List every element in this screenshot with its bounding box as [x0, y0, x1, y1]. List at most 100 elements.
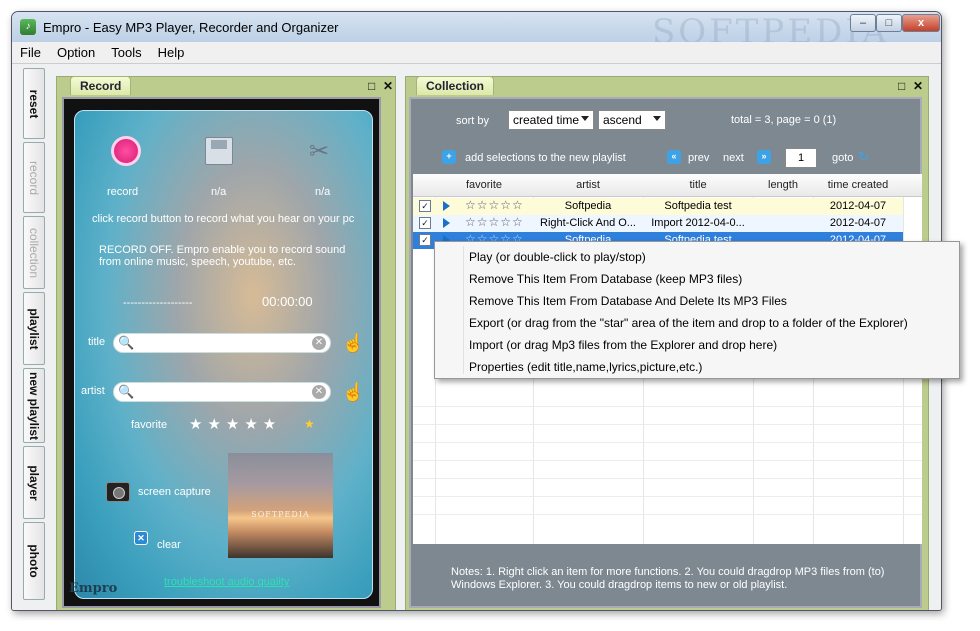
album-photo[interactable]: SOFTPEDIA: [228, 453, 333, 558]
record-panel: Record □ ✕ record n/a ✂ n/a click record…: [56, 76, 396, 610]
side-tab-reset[interactable]: reset: [23, 68, 45, 139]
collection-panel-close-icon[interactable]: ✕: [913, 79, 923, 93]
sort-order-select[interactable]: ascend: [598, 110, 666, 130]
clear-label[interactable]: clear: [157, 539, 181, 551]
context-item-export[interactable]: Export (or drag from the "star" area of …: [469, 316, 908, 330]
goto-link[interactable]: goto: [832, 152, 853, 164]
side-tab-label[interactable]: playlist: [27, 308, 41, 349]
context-item-properties[interactable]: Properties (edit title,name,lyrics,pictu…: [469, 360, 702, 374]
col-length[interactable]: length: [753, 179, 813, 191]
clear-artist-icon[interactable]: ✕: [312, 385, 326, 399]
next-link[interactable]: next: [723, 152, 744, 164]
record-status-line1: RECORD OFF. Empro enable you to record s…: [99, 244, 346, 256]
cell-time-created: 2012-04-07: [829, 200, 887, 212]
pointer-hand-icon[interactable]: ☝: [342, 333, 364, 354]
context-menu-separator: [463, 246, 464, 374]
star-edit-icon[interactable]: ★: [304, 417, 315, 431]
page-input[interactable]: 1: [785, 148, 817, 168]
row-checkbox[interactable]: ✓: [419, 234, 431, 246]
side-tab-photo[interactable]: photo: [23, 522, 45, 600]
record-panel-close-icon[interactable]: ✕: [383, 79, 393, 93]
menu-help[interactable]: Help: [150, 42, 193, 60]
collection-tab[interactable]: Collection: [416, 76, 495, 95]
search-icon: 🔍: [118, 384, 135, 399]
camera-icon[interactable]: [106, 482, 130, 502]
maximize-button[interactable]: □: [876, 14, 902, 32]
play-icon[interactable]: [443, 201, 450, 211]
record-area: record n/a ✂ n/a click record button to …: [62, 97, 381, 608]
sort-by-label: sort by: [456, 115, 490, 127]
artist-field[interactable]: 🔍 ✕: [113, 382, 331, 402]
cell-title: Import 2012-04-0...: [651, 217, 745, 229]
level-meter: -------------------: [123, 297, 193, 309]
prev-link[interactable]: prev: [688, 152, 709, 164]
table-row[interactable]: ✓ ☆☆☆☆☆ Right-Click And O... Import 2012…: [413, 215, 903, 232]
context-item-play[interactable]: Play (or double-click to play/stop): [469, 250, 646, 264]
row-checkbox[interactable]: ✓: [419, 217, 431, 229]
close-button[interactable]: x: [902, 14, 940, 32]
col-title[interactable]: title: [643, 179, 753, 191]
side-tab-record: record: [23, 142, 45, 213]
notes-line2: Windows Explorer. 3. You could dragdrop …: [451, 579, 788, 591]
menu-tools[interactable]: Tools: [103, 42, 149, 60]
chevron-down-icon: [581, 116, 589, 121]
record-icon[interactable]: [111, 136, 141, 166]
row-stars[interactable]: ☆☆☆☆☆: [465, 198, 524, 212]
cell-time-created: 2012-04-07: [829, 217, 887, 229]
row-stars[interactable]: ☆☆☆☆☆: [465, 215, 524, 229]
menu-option[interactable]: Option: [49, 42, 103, 60]
clear-icon[interactable]: ✕: [134, 531, 148, 545]
context-item-remove[interactable]: Remove This Item From Database (keep MP3…: [469, 272, 742, 286]
goto-icon[interactable]: ↻: [858, 149, 869, 165]
title-field[interactable]: 🔍 ✕: [113, 333, 331, 353]
empro-logo: Empro: [69, 581, 118, 596]
sort-field-value: created time: [513, 113, 580, 127]
search-icon: 🔍: [118, 335, 135, 350]
table-row[interactable]: ✓ ☆☆☆☆☆ Softpedia Softpedia test 2012-04…: [413, 198, 903, 215]
save-icon[interactable]: [205, 137, 233, 165]
menu-bar: File Option Tools Help: [12, 42, 941, 64]
title-bar[interactable]: ♪ Empro - Easy MP3 Player, Recorder and …: [12, 12, 941, 52]
favorite-stars[interactable]: ★★★★★: [189, 415, 281, 433]
pointer-hand-icon[interactable]: ☝: [342, 382, 364, 403]
clear-title-icon[interactable]: ✕: [312, 336, 326, 350]
minimize-button[interactable]: –: [850, 14, 876, 32]
scissors-icon[interactable]: ✂: [309, 137, 329, 166]
add-selections-link[interactable]: add selections to the new playlist: [465, 152, 626, 164]
play-icon[interactable]: [443, 218, 450, 228]
side-tab-label[interactable]: new playlist: [27, 371, 41, 439]
col-favorite[interactable]: favorite: [435, 179, 533, 191]
chevron-down-icon: [653, 116, 661, 121]
context-item-import[interactable]: Import (or drag Mp3 files from the Explo…: [469, 338, 777, 352]
side-tab-label[interactable]: player: [27, 465, 41, 500]
record-status-line2: from online music, speech, youtube, etc.: [99, 256, 296, 268]
side-tab-playlist[interactable]: playlist: [23, 292, 45, 365]
sort-field-select[interactable]: created time: [508, 110, 594, 130]
cell-artist: Softpedia: [564, 200, 612, 212]
context-menu: Play (or double-click to play/stop) Remo…: [434, 241, 960, 379]
prev-icon[interactable]: «: [667, 150, 681, 164]
side-tab-label[interactable]: photo: [27, 544, 41, 577]
cell-artist: Right-Click And O...: [540, 217, 636, 229]
next-icon[interactable]: »: [757, 150, 771, 164]
col-artist[interactable]: artist: [533, 179, 643, 191]
record-tab[interactable]: Record: [70, 76, 132, 95]
screen-capture-label[interactable]: screen capture: [138, 486, 211, 498]
grid-line: [413, 406, 922, 407]
collection-panel-maximize-icon[interactable]: □: [898, 79, 905, 93]
grid-line: [413, 442, 922, 443]
add-selections-icon[interactable]: +: [442, 150, 456, 164]
menu-file[interactable]: File: [12, 42, 49, 60]
row-checkbox[interactable]: ✓: [419, 200, 431, 212]
col-time-created[interactable]: time created: [813, 179, 903, 191]
window-title: Empro - Easy MP3 Player, Recorder and Or…: [43, 20, 339, 35]
app-icon: ♪: [20, 19, 36, 35]
record-panel-maximize-icon[interactable]: □: [368, 79, 375, 93]
artist-label: artist: [81, 385, 105, 397]
context-item-remove-delete[interactable]: Remove This Item From Database And Delet…: [469, 294, 787, 308]
scissors-label: n/a: [315, 186, 331, 198]
side-tab-new-playlist[interactable]: new playlist: [23, 368, 45, 443]
troubleshoot-link[interactable]: troubleshoot audio quality: [164, 576, 289, 588]
record-timer: 00:00:00: [262, 294, 313, 309]
side-tab-player[interactable]: player: [23, 446, 45, 519]
